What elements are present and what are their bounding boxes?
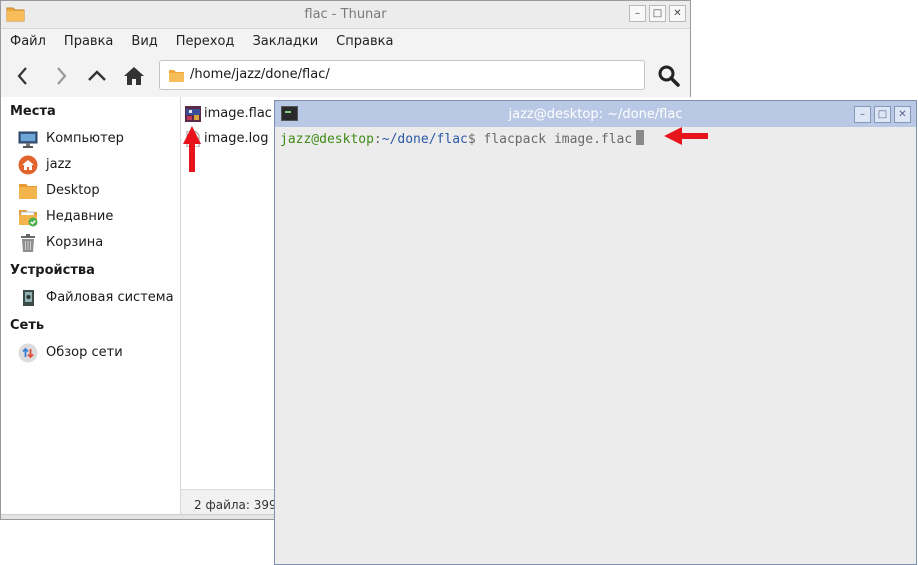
audio-file-icon — [185, 106, 201, 122]
sidebar-item-network[interactable]: Обзор сети — [18, 342, 178, 364]
sidebar-item-label: Desktop — [46, 183, 100, 198]
sidebar-section-devices: Устройства — [10, 263, 95, 278]
menu-view[interactable]: Вид — [122, 29, 166, 53]
sidebar-item-recent[interactable]: Недавние — [18, 206, 178, 228]
window-title: jazz@desktop: ~/done/flac — [508, 107, 683, 122]
annotation-arrow-up-icon — [183, 126, 201, 172]
sidebar-item-label: jazz — [46, 157, 72, 172]
minimize-button[interactable]: – — [854, 106, 871, 123]
close-button[interactable]: ✕ — [669, 5, 686, 22]
network-icon — [18, 343, 38, 363]
sidebar-item-label: Недавние — [46, 209, 114, 224]
prompt-symbol: $ — [467, 132, 476, 147]
up-icon[interactable] — [86, 65, 108, 87]
file-name: image.flac — [204, 106, 272, 121]
recent-icon — [19, 210, 38, 227]
command-text: flacpack image.flac — [475, 132, 633, 147]
sidebar-section-network: Сеть — [10, 318, 45, 333]
home-icon — [18, 155, 38, 175]
menu-help[interactable]: Справка — [327, 29, 402, 53]
sidebar-item-computer[interactable]: Компьютер — [18, 128, 178, 150]
sidebar-item-label: Компьютер — [46, 131, 124, 146]
maximize-button[interactable]: □ — [874, 106, 891, 123]
forward-icon[interactable] — [50, 65, 72, 87]
sidebar-item-desktop[interactable]: Desktop — [18, 180, 178, 202]
folder-icon — [169, 70, 184, 82]
prompt-line: jazz@desktop:~/done/flac$ flacpack image… — [280, 130, 645, 147]
window-title: flac - Thunar — [304, 7, 387, 22]
location-bar[interactable]: /home/jazz/done/flac/ — [159, 60, 645, 90]
sidebar: Места Компьютер jazz Desktop Недавние Ко… — [1, 97, 181, 517]
menubar: Файл Правка Вид Переход Закладки Справка — [1, 29, 690, 53]
sidebar-item-filesystem[interactable]: Файловая система — [18, 287, 178, 309]
sidebar-item-label: Обзор сети — [46, 345, 123, 360]
sidebar-item-label: Корзина — [46, 235, 104, 250]
sidebar-item-jazz[interactable]: jazz — [18, 154, 178, 176]
location-path: /home/jazz/done/flac/ — [190, 67, 330, 82]
folder-icon — [19, 184, 37, 199]
toolbar: /home/jazz/done/flac/ — [1, 53, 690, 98]
sidebar-item-label: Файловая система — [46, 290, 174, 305]
back-icon[interactable] — [12, 65, 34, 87]
thunar-titlebar[interactable]: flac - Thunar – □ ✕ — [1, 1, 690, 29]
terminal-titlebar[interactable]: jazz@desktop: ~/done/flac – □ ✕ — [275, 101, 916, 127]
close-button[interactable]: ✕ — [894, 106, 911, 123]
home-icon[interactable] — [123, 65, 145, 87]
annotation-arrow-left-icon — [664, 127, 708, 145]
maximize-button[interactable]: □ — [649, 5, 666, 22]
search-icon[interactable] — [657, 64, 680, 87]
prompt-user: jazz@desktop — [280, 132, 374, 147]
menu-edit[interactable]: Правка — [55, 29, 122, 53]
prompt-path: ~/done/flac — [381, 132, 468, 147]
minimize-button[interactable]: – — [629, 5, 646, 22]
trash-icon — [21, 234, 35, 252]
status-text: 2 файла: 399 — [194, 498, 277, 512]
file-name: image.log — [204, 131, 269, 146]
terminal-body[interactable]: jazz@desktop:~/done/flac$ flacpack image… — [276, 127, 915, 563]
menu-file[interactable]: Файл — [1, 29, 55, 53]
drive-icon — [23, 290, 34, 306]
terminal-window: jazz@desktop: ~/done/flac – □ ✕ jazz@des… — [274, 100, 917, 565]
computer-icon — [18, 131, 38, 148]
menu-go[interactable]: Переход — [167, 29, 244, 53]
sidebar-section-places: Места — [10, 104, 56, 119]
sidebar-item-trash[interactable]: Корзина — [18, 232, 178, 254]
prompt-colon: : — [373, 132, 382, 147]
text-cursor — [636, 130, 645, 145]
menu-bookmarks[interactable]: Закладки — [243, 29, 327, 53]
